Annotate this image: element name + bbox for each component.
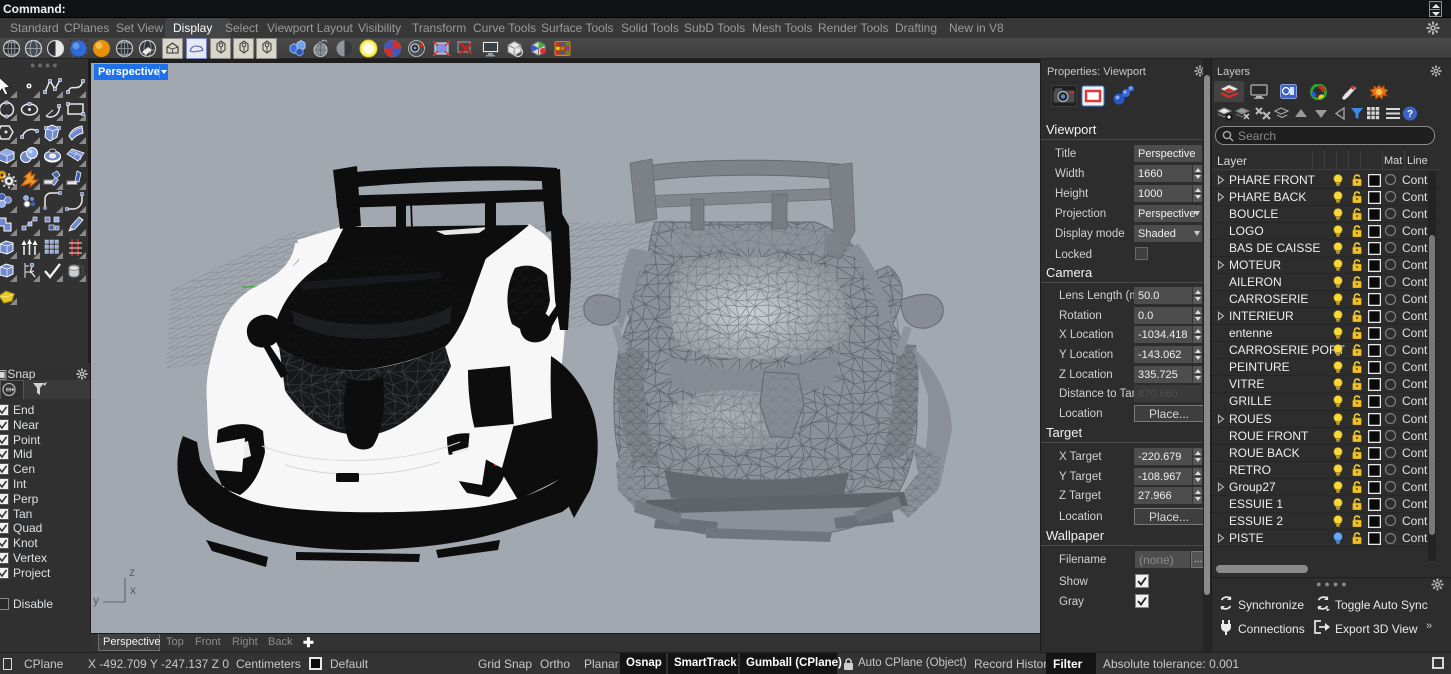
svg-text:y: y xyxy=(93,593,99,607)
svg-text:z: z xyxy=(129,565,135,579)
svg-text:?: ? xyxy=(1407,109,1413,120)
svg-text:x: x xyxy=(130,583,136,597)
